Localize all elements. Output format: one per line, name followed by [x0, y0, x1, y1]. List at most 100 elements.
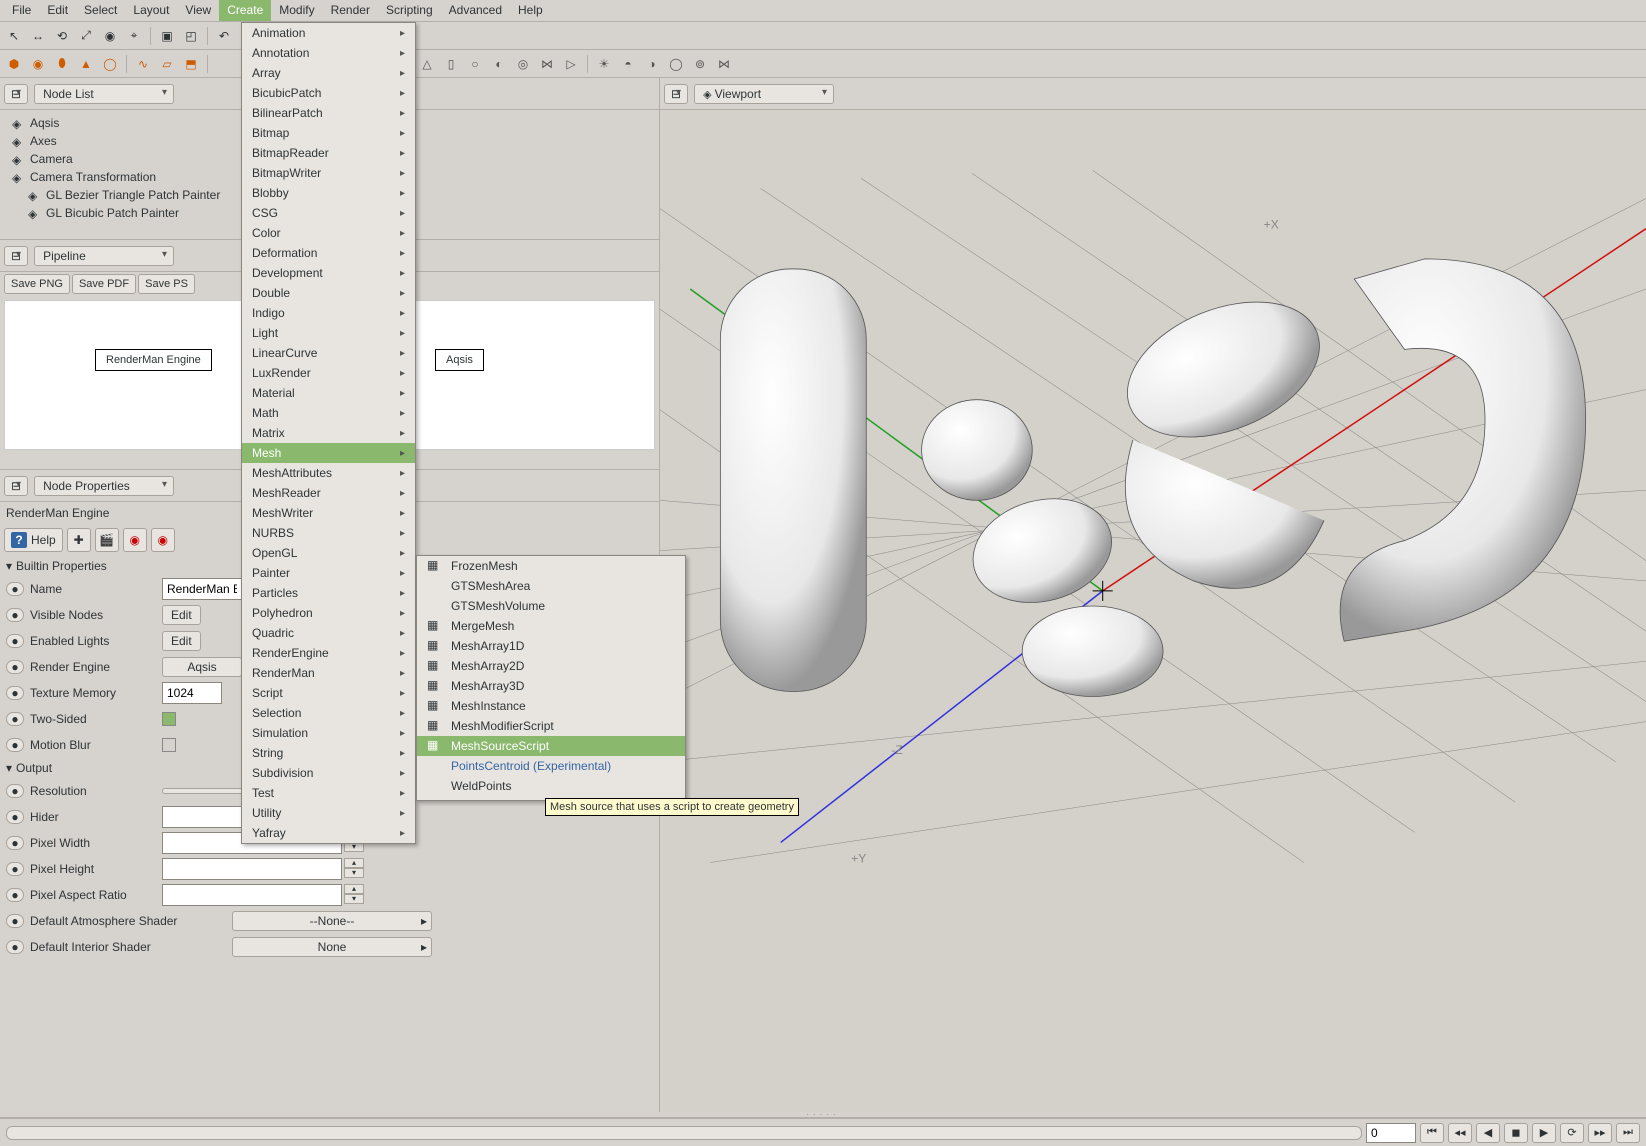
- create-quadric[interactable]: Quadric▸: [242, 623, 415, 643]
- motion-checkbox[interactable]: [162, 738, 176, 752]
- create-deformation[interactable]: Deformation▸: [242, 243, 415, 263]
- bullet-icon[interactable]: ●: [6, 608, 24, 622]
- patch-icon[interactable]: ▱: [157, 54, 177, 74]
- create-mesh[interactable]: Mesh▸: [242, 443, 415, 463]
- mesh-mergemesh[interactable]: ▦MergeMesh: [417, 616, 685, 636]
- create-string[interactable]: String▸: [242, 743, 415, 763]
- light-area-icon[interactable]: ◯: [666, 54, 686, 74]
- bullet-icon[interactable]: ●: [6, 660, 24, 674]
- vp-type-icon[interactable]: ⊟: [664, 84, 688, 104]
- create-bitmapwriter[interactable]: BitmapWriter▸: [242, 163, 415, 183]
- rec1-icon[interactable]: ◉: [123, 528, 147, 552]
- torus-icon[interactable]: ◯: [100, 54, 120, 74]
- create-nurbs[interactable]: NURBS▸: [242, 523, 415, 543]
- create-simulation[interactable]: Simulation▸: [242, 723, 415, 743]
- edit-visible-button[interactable]: Edit: [162, 605, 201, 625]
- menu-edit[interactable]: Edit: [39, 0, 76, 21]
- clapper-icon[interactable]: 🎬: [95, 528, 119, 552]
- light-point-icon[interactable]: ☀: [594, 54, 614, 74]
- mesh-gtsmeshvolume[interactable]: GTSMeshVolume: [417, 596, 685, 616]
- create-indigo[interactable]: Indigo▸: [242, 303, 415, 323]
- prim-cyl-icon[interactable]: ▯: [441, 54, 461, 74]
- create-bitmap[interactable]: Bitmap▸: [242, 123, 415, 143]
- rec2-icon[interactable]: ◉: [151, 528, 175, 552]
- create-renderman[interactable]: RenderMan▸: [242, 663, 415, 683]
- scale-tool-icon[interactable]: ⤢: [76, 26, 96, 46]
- save-ps-button[interactable]: Save PS: [138, 274, 195, 294]
- create-script[interactable]: Script▸: [242, 683, 415, 703]
- mesh-frozenmesh[interactable]: ▦FrozenMesh: [417, 556, 685, 576]
- bullet-icon[interactable]: ●: [6, 810, 24, 824]
- bullet-icon[interactable]: ●: [6, 862, 24, 876]
- cone-icon[interactable]: ▲: [76, 54, 96, 74]
- light-amb-icon[interactable]: ⊚: [690, 54, 710, 74]
- prim-para-icon[interactable]: ⋈: [537, 54, 557, 74]
- create-csg[interactable]: CSG▸: [242, 203, 415, 223]
- create-material[interactable]: Material▸: [242, 383, 415, 403]
- create-light[interactable]: Light▸: [242, 323, 415, 343]
- props-type-icon[interactable]: ⊟: [4, 476, 28, 496]
- cube-icon[interactable]: ⬢: [4, 54, 24, 74]
- cylinder-icon[interactable]: ⬮: [52, 54, 72, 74]
- menu-layout[interactable]: Layout: [125, 0, 177, 21]
- create-bitmapreader[interactable]: BitmapReader▸: [242, 143, 415, 163]
- create-luxrender[interactable]: LuxRender▸: [242, 363, 415, 383]
- mesh-mesharray1d[interactable]: ▦MeshArray1D: [417, 636, 685, 656]
- spin-down[interactable]: ▾: [344, 894, 364, 904]
- interior-dropdown[interactable]: None: [232, 937, 432, 957]
- bullet-icon[interactable]: ●: [6, 712, 24, 726]
- menu-help[interactable]: Help: [510, 0, 551, 21]
- menu-file[interactable]: File: [4, 0, 39, 21]
- create-animation[interactable]: Animation▸: [242, 23, 415, 43]
- mesh-meshmodifierscript[interactable]: ▦MeshModifierScript: [417, 716, 685, 736]
- create-array[interactable]: Array▸: [242, 63, 415, 83]
- props-dropdown[interactable]: Node Properties: [34, 476, 174, 496]
- create-yafray[interactable]: Yafray▸: [242, 823, 415, 843]
- light-spot-icon[interactable]: ◓: [618, 54, 638, 74]
- prim-disk-icon[interactable]: ◐: [489, 54, 509, 74]
- bullet-icon[interactable]: ●: [6, 738, 24, 752]
- save-pdf-button[interactable]: Save PDF: [72, 274, 136, 294]
- spin-up[interactable]: ▴: [344, 858, 364, 868]
- par-input[interactable]: [162, 884, 342, 906]
- rotate-tool-icon[interactable]: ⟲: [52, 26, 72, 46]
- create-color[interactable]: Color▸: [242, 223, 415, 243]
- create-bicubicpatch[interactable]: BicubicPatch▸: [242, 83, 415, 103]
- undo-icon[interactable]: ↶: [214, 26, 234, 46]
- mesh-pointscentroid-experimental-[interactable]: PointsCentroid (Experimental): [417, 756, 685, 776]
- menu-modify[interactable]: Modify: [271, 0, 322, 21]
- prim-ring-icon[interactable]: ◎: [513, 54, 533, 74]
- texmem-input[interactable]: [162, 682, 222, 704]
- pipeline-dropdown[interactable]: Pipeline: [34, 246, 174, 266]
- create-renderengine[interactable]: RenderEngine▸: [242, 643, 415, 663]
- bullet-icon[interactable]: ●: [6, 914, 24, 928]
- mesh-mesharray2d[interactable]: ▦MeshArray2D: [417, 656, 685, 676]
- bullet-icon[interactable]: ●: [6, 634, 24, 648]
- save-png-button[interactable]: Save PNG: [4, 274, 70, 294]
- mesh-mesharray3d[interactable]: ▦MeshArray3D: [417, 676, 685, 696]
- pipe-node-renderman-engine[interactable]: RenderMan Engine: [95, 349, 212, 371]
- menu-view[interactable]: View: [177, 0, 219, 21]
- bullet-icon[interactable]: ●: [6, 836, 24, 850]
- pxh-input[interactable]: [162, 858, 342, 880]
- mesh-weldpoints[interactable]: WeldPoints: [417, 776, 685, 796]
- create-meshreader[interactable]: MeshReader▸: [242, 483, 415, 503]
- create-polyhedron[interactable]: Polyhedron▸: [242, 603, 415, 623]
- node-list-dropdown[interactable]: Node List: [34, 84, 174, 104]
- spin-down[interactable]: ▾: [344, 868, 364, 878]
- create-math[interactable]: Math▸: [242, 403, 415, 423]
- create-test[interactable]: Test▸: [242, 783, 415, 803]
- move-tool-icon[interactable]: ↔: [28, 26, 48, 46]
- create-blobby[interactable]: Blobby▸: [242, 183, 415, 203]
- help-button[interactable]: ?Help: [4, 528, 63, 552]
- create-utility[interactable]: Utility▸: [242, 803, 415, 823]
- atmos-dropdown[interactable]: --None--: [232, 911, 432, 931]
- create-particles[interactable]: Particles▸: [242, 583, 415, 603]
- render-icon[interactable]: ▣: [157, 26, 177, 46]
- prim-sphere-icon[interactable]: ○: [465, 54, 485, 74]
- create-meshwriter[interactable]: MeshWriter▸: [242, 503, 415, 523]
- timeline-slider[interactable]: [6, 1126, 1362, 1140]
- create-double[interactable]: Double▸: [242, 283, 415, 303]
- create-annotation[interactable]: Annotation▸: [242, 43, 415, 63]
- arrow-tool-icon[interactable]: ↖: [4, 26, 24, 46]
